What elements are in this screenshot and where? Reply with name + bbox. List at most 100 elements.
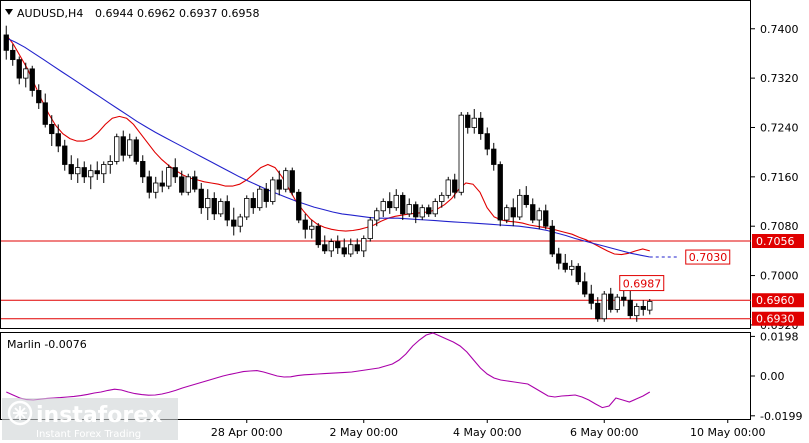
candle-body-bear — [198, 188, 204, 209]
candle — [627, 290, 633, 319]
target-price-label: 0.7030 — [689, 251, 728, 264]
watermark-brand: instaforex — [36, 403, 162, 428]
candle-body-bear — [289, 170, 295, 193]
candle-body-bear — [575, 265, 581, 283]
candle — [517, 189, 523, 221]
chart-menu-triangle-icon[interactable] — [5, 9, 13, 15]
candle-body-bear — [250, 198, 256, 209]
candle — [296, 189, 302, 224]
slow-moving-average-line — [6, 37, 650, 258]
candle — [218, 198, 224, 217]
candle — [250, 192, 256, 214]
candle-body-bull — [328, 241, 334, 252]
candle-body-bull — [88, 170, 94, 178]
candle — [101, 161, 107, 184]
candle-body-bear — [426, 207, 432, 215]
candle — [608, 287, 614, 313]
candle-body-bear — [263, 188, 269, 202]
candle-body-bear — [55, 133, 61, 147]
candle-body-bear — [10, 49, 16, 61]
candle — [471, 108, 477, 134]
candle — [42, 93, 48, 128]
candle — [3, 25, 9, 60]
candle — [231, 207, 237, 236]
candle-body-bear — [640, 306, 646, 310]
candle-body-bear — [549, 225, 555, 255]
candle — [458, 112, 464, 196]
candle — [575, 263, 581, 285]
candle-body-bear — [595, 302, 601, 320]
candle-body-bear — [3, 34, 9, 51]
candle — [244, 195, 250, 221]
candle-body-bear — [296, 191, 302, 221]
candle — [562, 253, 568, 273]
candle-body-bear — [322, 244, 328, 252]
candle — [289, 167, 295, 196]
candle-body-bull — [647, 301, 653, 311]
candle — [224, 195, 230, 227]
candle — [374, 207, 380, 227]
candle-body-bull — [218, 201, 224, 215]
instaforex-watermark: instaforex Instant Forex Trading — [2, 398, 178, 440]
candle-body-bear — [159, 182, 165, 187]
candles — [3, 25, 653, 322]
candle — [127, 133, 133, 159]
candle-body-bear — [68, 164, 74, 175]
candle-body-bull — [237, 216, 243, 227]
candle-body-bear — [452, 179, 458, 193]
candle — [309, 220, 315, 239]
candle-body-bull — [270, 179, 276, 202]
candle — [75, 158, 81, 184]
candle-body-bear — [621, 296, 627, 301]
candle-body-bull — [374, 210, 380, 221]
time-tick-label: 10 May 00:00 — [690, 426, 765, 439]
candle-body-bear — [582, 281, 588, 295]
candle-body-bear — [224, 201, 230, 221]
candle — [595, 297, 601, 322]
candle-body-bull — [614, 296, 620, 310]
candle-body-bear — [556, 253, 562, 264]
candle-body-bear — [335, 241, 341, 249]
level-price-label: 0.6930 — [756, 313, 795, 326]
candle — [302, 213, 308, 239]
candle-body-bear — [36, 90, 42, 104]
candle — [426, 204, 432, 217]
fast-moving-average-line — [5, 34, 650, 256]
candle-body-bear — [627, 299, 633, 317]
level-price-label: 0.6960 — [756, 294, 795, 307]
candle-body-bull — [406, 204, 412, 215]
candle-body-bull — [101, 164, 107, 175]
candle — [10, 44, 16, 66]
candle — [614, 294, 620, 313]
candle-body-bear — [146, 176, 152, 193]
candle — [549, 220, 555, 258]
candle-body-bull — [380, 201, 386, 212]
candle — [16, 56, 22, 85]
candle-body-bear — [315, 225, 321, 246]
candle-body-bull — [393, 194, 399, 209]
candle — [114, 133, 120, 165]
candle-body-bear — [562, 262, 568, 270]
candle-body-bear — [400, 194, 406, 215]
candle-body-bear — [140, 161, 146, 178]
symbol-label: AUDUSD,H4 — [17, 7, 83, 20]
candle — [588, 284, 594, 310]
candle — [445, 176, 451, 199]
level-price-label: 0.7056 — [756, 235, 795, 248]
indicator-label: Marlin -0.0076 — [7, 338, 87, 351]
candle — [55, 124, 61, 153]
candle-body-bull — [185, 176, 191, 193]
candle-body-bear — [478, 117, 484, 135]
indicator-axis: 0.0198 0.00 -0.0199 — [751, 330, 802, 423]
candle — [198, 183, 204, 214]
candle-body-bear — [413, 204, 419, 218]
candle — [36, 84, 42, 109]
candle — [133, 136, 139, 165]
time-tick-label: 28 Apr 00:00 — [211, 426, 283, 439]
candle — [263, 183, 269, 208]
time-axis: 28 Apr 00:00 2 May 00:00 4 May 00:00 6 May … — [211, 419, 765, 439]
candle-body-bull — [127, 139, 133, 156]
ohlc-values: 0.6944 0.6962 0.6937 0.6958 — [95, 7, 259, 20]
price-chart[interactable]: 0.7400 0.7320 0.7240 0.7160 0.7080 0.7000 0.69… — [0, 0, 809, 443]
candle-body-bull — [361, 238, 367, 252]
